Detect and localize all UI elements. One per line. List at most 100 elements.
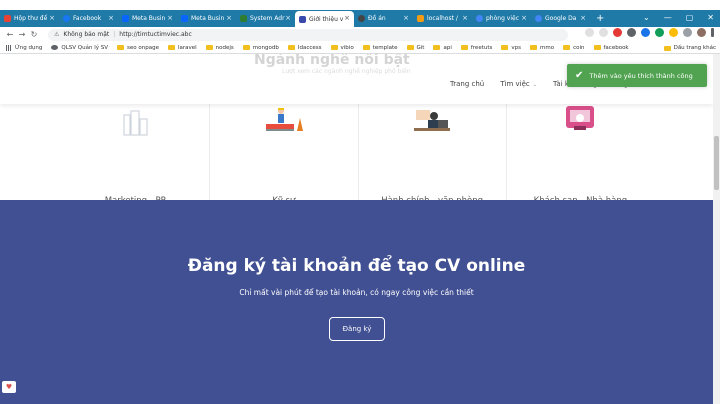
bookmark-folder[interactable]: template [362, 44, 398, 51]
gmail-icon [4, 15, 11, 22]
bookmark-label: QLSV Quản lý SV [61, 44, 109, 51]
bookmark-label: mmo [540, 44, 555, 51]
close-icon[interactable]: × [403, 14, 409, 22]
adblock-icon[interactable] [613, 28, 622, 37]
page-scrollbar[interactable] [713, 54, 720, 404]
tab-strip: Hộp thư đế × Facebook × Meta Busin × Meta B… [0, 10, 720, 28]
bookmark-label: template [372, 44, 398, 51]
phpmyadmin-icon [417, 15, 424, 22]
close-icon[interactable]: × [167, 14, 173, 22]
signup-title: Đăng ký tài khoản để tạo CV online [187, 256, 526, 276]
page-viewport: Ngành nghề nổi bật Lượt xem các ngành ng… [0, 54, 713, 404]
close-icon[interactable]: × [49, 14, 55, 22]
forward-icon[interactable]: → [16, 30, 28, 39]
facebook-icon [63, 15, 70, 22]
avatar[interactable] [697, 28, 706, 37]
extension-icon[interactable] [585, 28, 594, 37]
folder-icon [205, 45, 213, 50]
close-icon[interactable]: × [285, 14, 291, 22]
menu-dots-icon[interactable] [711, 28, 714, 37]
bookmark-folder[interactable]: laravel [167, 45, 197, 51]
tab-meta-business-2[interactable]: Meta Busin × [177, 11, 236, 26]
folder-icon [167, 45, 175, 50]
bookmark-folder[interactable]: seo onpage [117, 45, 159, 51]
maximize-icon[interactable]: ▢ [686, 13, 694, 22]
tab-title: Facebook [73, 15, 102, 22]
hotel-bell-icon [566, 106, 595, 130]
new-tab-button[interactable]: + [596, 13, 604, 24]
tab-do-an[interactable]: Đồ án × [354, 11, 413, 26]
bookmark-folder[interactable]: nodejs [205, 44, 234, 51]
extension-icon[interactable] [641, 28, 650, 37]
office-worker-icon [414, 110, 451, 131]
close-icon[interactable]: × [521, 14, 527, 22]
menu-item-home[interactable]: Trang chủ [450, 80, 484, 88]
bookmark-folder[interactable]: api [433, 44, 452, 51]
folder-icon [330, 45, 338, 50]
close-icon[interactable]: × [344, 14, 350, 22]
menu-item-jobs[interactable]: Tìm việc ⌄ [500, 80, 537, 88]
folder-icon [117, 45, 125, 50]
bookmark-folder[interactable]: freetuts [460, 45, 492, 51]
menu-item-label: Tìm việc [500, 80, 530, 88]
tab-facebook[interactable]: Facebook × [59, 11, 118, 26]
tab-gioi-thieu[interactable]: Giới thiệu v × [295, 11, 354, 28]
close-icon[interactable]: × [580, 14, 586, 22]
section-subtitle-behind: Lượt xem các ngành nghề nghiệp phổ biến [282, 68, 411, 75]
back-icon[interactable]: ← [4, 30, 16, 39]
folder-icon [242, 45, 250, 50]
reload-icon[interactable]: ↻ [28, 30, 40, 39]
tab-system-admin[interactable]: System Adr × [236, 11, 295, 26]
tab-title: phòng việc [486, 15, 520, 22]
chevron-down-icon[interactable]: ⌄ [643, 13, 650, 22]
chat-widget-icon[interactable]: ♥ [2, 381, 16, 393]
close-window-icon[interactable]: ✕ [707, 13, 714, 22]
other-bookmarks[interactable]: Dấu trang khác [659, 42, 716, 53]
system-icon [240, 15, 247, 22]
tab-localhost[interactable]: localhost / × [413, 11, 472, 26]
bookmark-label: api [443, 44, 452, 51]
extension-icon[interactable] [669, 28, 678, 37]
register-button[interactable]: Đăng ký [329, 317, 385, 341]
tab-title: Meta Busin [132, 15, 166, 22]
bookmark-folder[interactable]: vibio [330, 45, 354, 51]
success-toast[interactable]: ✔ Thêm vào yêu thích thành công [567, 64, 707, 87]
window-top-strip [0, 0, 720, 10]
tab-title: System Adr [250, 15, 285, 22]
extension-icon[interactable] [599, 28, 608, 37]
bookmark-item[interactable]: QLSV Quản lý SV [51, 45, 108, 51]
close-icon[interactable]: × [226, 14, 232, 22]
bookmark-label: nodejs [215, 44, 234, 51]
apps-grid-icon [6, 44, 12, 51]
tab-google-data[interactable]: Google Da × [531, 11, 590, 26]
puzzle-icon[interactable] [683, 28, 692, 37]
site-icon [299, 16, 306, 23]
bookmark-folder[interactable]: mongodb [242, 45, 279, 51]
tab-google-search[interactable]: phòng việc × [472, 11, 531, 26]
folder-icon [433, 45, 441, 50]
google-icon [476, 15, 483, 22]
close-icon[interactable]: × [108, 14, 114, 22]
bookmark-folder[interactable]: Idaccess [287, 45, 322, 51]
bookmark-folder[interactable]: Git [406, 45, 424, 51]
scrollbar-thumb[interactable] [714, 136, 719, 190]
bookmark-folder[interactable]: coin [563, 44, 585, 51]
close-icon[interactable]: × [462, 14, 468, 22]
tab-gmail[interactable]: Hộp thư đế × [0, 11, 59, 26]
separator: | [113, 31, 116, 38]
folder-icon [501, 45, 509, 50]
tab-meta-business-1[interactable]: Meta Busin × [118, 11, 177, 26]
bookmark-folder[interactable]: vps [501, 45, 521, 51]
extension-icon[interactable] [655, 28, 664, 37]
url-field[interactable]: ⚠ Không bảo mật | http://timtuctimviec.a… [48, 28, 568, 41]
bookmark-apps[interactable]: Ứng dụng [6, 44, 43, 51]
url-text: http://timtuctimviec.abc [119, 31, 192, 38]
bookmark-folder[interactable]: mmo [530, 45, 554, 51]
extension-icon[interactable] [627, 28, 636, 37]
extension-icons [585, 28, 714, 37]
minimize-icon[interactable]: — [664, 13, 672, 22]
globe-icon [51, 45, 59, 50]
bookmark-label: Ứng dụng [15, 44, 43, 51]
bookmark-label: coin [573, 44, 585, 51]
bookmark-folder[interactable]: facebook [593, 45, 629, 51]
